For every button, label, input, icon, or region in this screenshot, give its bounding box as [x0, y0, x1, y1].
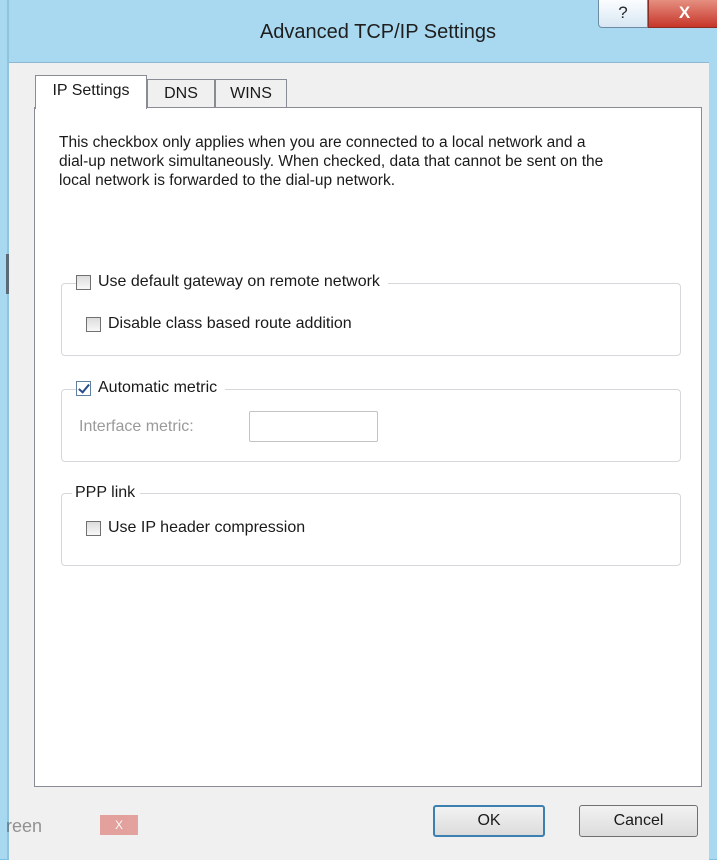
use-default-gateway-checkbox[interactable]: [76, 274, 91, 290]
ip-header-compression-checkbox[interactable]: [86, 520, 101, 536]
help-button[interactable]: ?: [598, 0, 648, 28]
ok-button[interactable]: OK: [433, 805, 545, 837]
use-default-gateway-checkbox-row[interactable]: Use default gateway on remote network: [76, 273, 388, 291]
ip-header-compression-checkbox-row[interactable]: Use IP header compression: [86, 519, 305, 537]
disable-class-route-checkbox-row[interactable]: Disable class based route addition: [86, 315, 352, 333]
ip-header-compression-label[interactable]: Use IP header compression: [108, 519, 305, 537]
ppp-link-title: PPP link: [72, 483, 141, 503]
automatic-metric-checkbox-row[interactable]: Automatic metric: [76, 379, 226, 397]
interface-metric-input[interactable]: [249, 411, 378, 442]
tab-dns[interactable]: DNS: [147, 79, 215, 108]
description-text: This checkbox only applies when you are …: [59, 134, 604, 189]
tab-ip-settings[interactable]: IP Settings: [35, 75, 147, 109]
close-button[interactable]: X: [648, 0, 717, 28]
background-window-fragment: reen X: [0, 805, 145, 853]
disable-class-route-checkbox[interactable]: [86, 316, 101, 332]
use-default-gateway-label[interactable]: Use default gateway on remote network: [98, 273, 380, 291]
background-close-icon: X: [100, 815, 138, 835]
tab-wins[interactable]: WINS: [215, 79, 287, 108]
window-left-edge: [0, 0, 9, 859]
help-icon: ?: [618, 3, 628, 22]
automatic-metric-label[interactable]: Automatic metric: [98, 379, 217, 397]
background-window-text: reen: [6, 816, 43, 836]
close-icon: X: [678, 3, 691, 22]
interface-metric-label: Interface metric:: [79, 418, 194, 435]
automatic-metric-checkbox[interactable]: [76, 380, 91, 396]
disable-class-route-label[interactable]: Disable class based route addition: [108, 315, 352, 333]
cancel-button[interactable]: Cancel: [579, 805, 698, 837]
